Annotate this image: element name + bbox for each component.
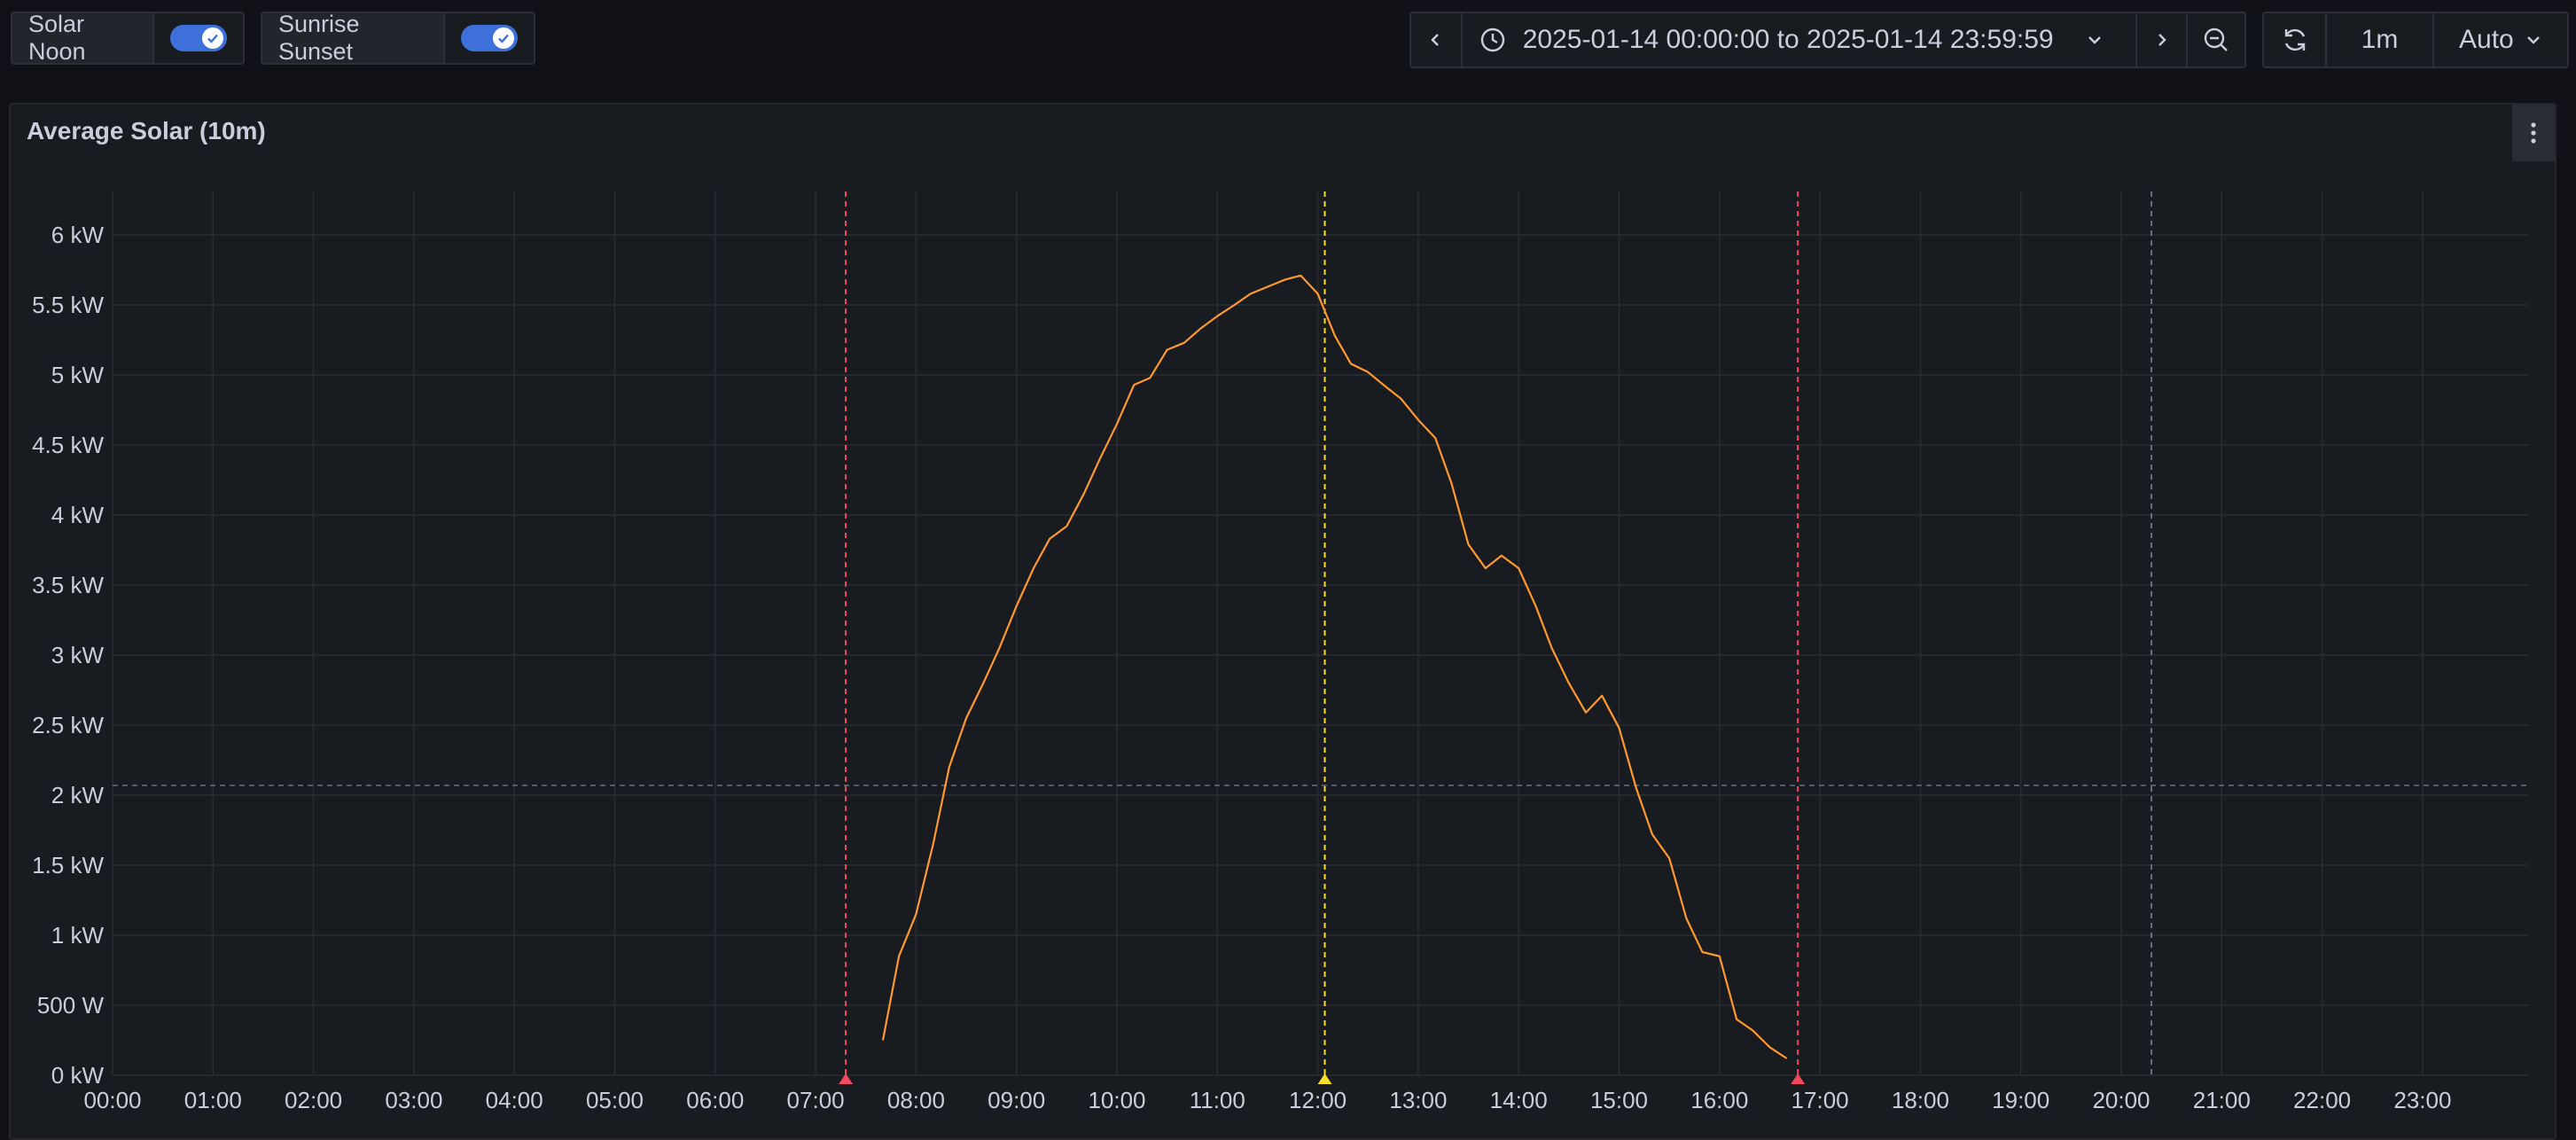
x-tick-label: 00:00 [83, 1087, 141, 1113]
variable-label: Sunrise Sunset [262, 13, 445, 63]
variable-solar-noon: Solar Noon [11, 12, 245, 65]
x-tick-label: 22:00 [2293, 1087, 2351, 1113]
y-tick-label: 5 kW [51, 362, 105, 388]
x-tick-label: 16:00 [1690, 1087, 1748, 1113]
x-tick-label: 10:00 [1088, 1087, 1145, 1113]
check-icon [202, 27, 223, 49]
x-axis: 00:00 01:00 02:00 03:00 04:00 05:00 06:00 07:00… [83, 1087, 2451, 1113]
solar-power-line [883, 276, 1787, 1058]
zoom-out-button[interactable] [2188, 13, 2244, 66]
x-tick-label: 02:00 [285, 1087, 342, 1113]
x-tick-label: 11:00 [1190, 1087, 1245, 1113]
x-tick-label: 07:00 [787, 1087, 845, 1113]
refresh-interval-value: Auto [2459, 25, 2514, 55]
x-tick-label: 13:00 [1389, 1087, 1447, 1113]
chart-series [883, 276, 1787, 1058]
y-tick-label: 1.5 kW [32, 852, 104, 878]
x-tick-label: 20:00 [2092, 1087, 2150, 1113]
chevron-down-icon [2086, 31, 2104, 49]
toggle-track [461, 25, 518, 51]
y-tick-label: 1 kW [51, 922, 105, 949]
y-tick-label: 3.5 kW [32, 572, 104, 598]
chart-grid [113, 191, 2528, 1075]
solar-noon-toggle[interactable] [154, 13, 243, 63]
x-tick-label: 17:00 [1791, 1087, 1849, 1113]
y-axis: 0 kW 500 W 1 kW 1.5 kW 2 kW 2.5 kW 3 kW 3.5 kW 4… [32, 222, 104, 1089]
time-range-label: 2025-01-14 00:00:00 to 2025-01-14 23:59:… [1523, 25, 2054, 55]
y-tick-label: 6 kW [51, 222, 105, 248]
sunrise-sunset-toggle[interactable] [445, 13, 534, 63]
dashboard-toolbar: Solar Noon Sunrise Sunset [0, 0, 2576, 76]
x-tick-label: 19:00 [1992, 1087, 2049, 1113]
x-tick-label: 08:00 [887, 1087, 945, 1113]
x-tick-label: 14:00 [1490, 1087, 1548, 1113]
refresh-interval-dropdown[interactable]: Auto [2434, 13, 2567, 66]
x-tick-label: 09:00 [987, 1087, 1045, 1113]
y-tick-label: 500 W [37, 992, 105, 1019]
x-tick-label: 04:00 [486, 1087, 543, 1113]
check-icon [493, 27, 514, 49]
x-tick-label: 18:00 [1892, 1087, 1949, 1113]
time-range-back-button[interactable] [1411, 13, 1463, 66]
refresh-picker-group: 1m Auto [2262, 12, 2569, 68]
x-tick-label: 01:00 [184, 1087, 242, 1113]
refresh-interval-label[interactable]: 1m [2327, 13, 2434, 66]
y-tick-label: 0 kW [51, 1062, 105, 1089]
x-tick-label: 05:00 [586, 1087, 644, 1113]
chevron-right-icon [2152, 31, 2170, 49]
chart-annotations [113, 191, 2528, 1084]
y-tick-label: 2.5 kW [32, 712, 104, 738]
x-tick-label: 15:00 [1590, 1087, 1648, 1113]
variable-sunrise-sunset: Sunrise Sunset [261, 12, 535, 65]
chevron-left-icon [1427, 31, 1445, 49]
y-tick-label: 5.5 kW [32, 292, 104, 318]
time-range-picker[interactable]: 2025-01-14 00:00:00 to 2025-01-14 23:59:… [1463, 13, 2137, 66]
y-tick-label: 4 kW [51, 502, 105, 528]
time-range-forward-button[interactable] [2137, 13, 2189, 66]
time-picker-group: 2025-01-14 00:00:00 to 2025-01-14 23:59:… [1409, 12, 2246, 68]
toggle-track [170, 25, 227, 51]
y-tick-label: 2 kW [51, 782, 105, 808]
x-tick-label: 06:00 [686, 1087, 744, 1113]
chart-panel: Average Solar (10m) 0 kW500 W1 kW1.5 kW2… [9, 103, 2556, 1140]
x-tick-label: 03:00 [385, 1087, 442, 1113]
x-tick-label: 12:00 [1289, 1087, 1347, 1113]
clock-icon [1479, 26, 1507, 54]
x-tick-label: 23:00 [2393, 1087, 2451, 1113]
x-tick-label: 21:00 [2193, 1087, 2251, 1113]
chevron-down-icon [2525, 31, 2542, 49]
zoom-out-icon [2201, 25, 2231, 55]
variable-label: Solar Noon [12, 13, 154, 63]
y-tick-label: 3 kW [51, 642, 105, 668]
solar-chart[interactable]: 0 kW 500 W 1 kW 1.5 kW 2 kW 2.5 kW 3 kW 3.5 kW 4… [11, 105, 2558, 1124]
refresh-icon [2280, 25, 2310, 55]
y-tick-label: 4.5 kW [32, 432, 104, 458]
refresh-button[interactable] [2264, 13, 2327, 66]
